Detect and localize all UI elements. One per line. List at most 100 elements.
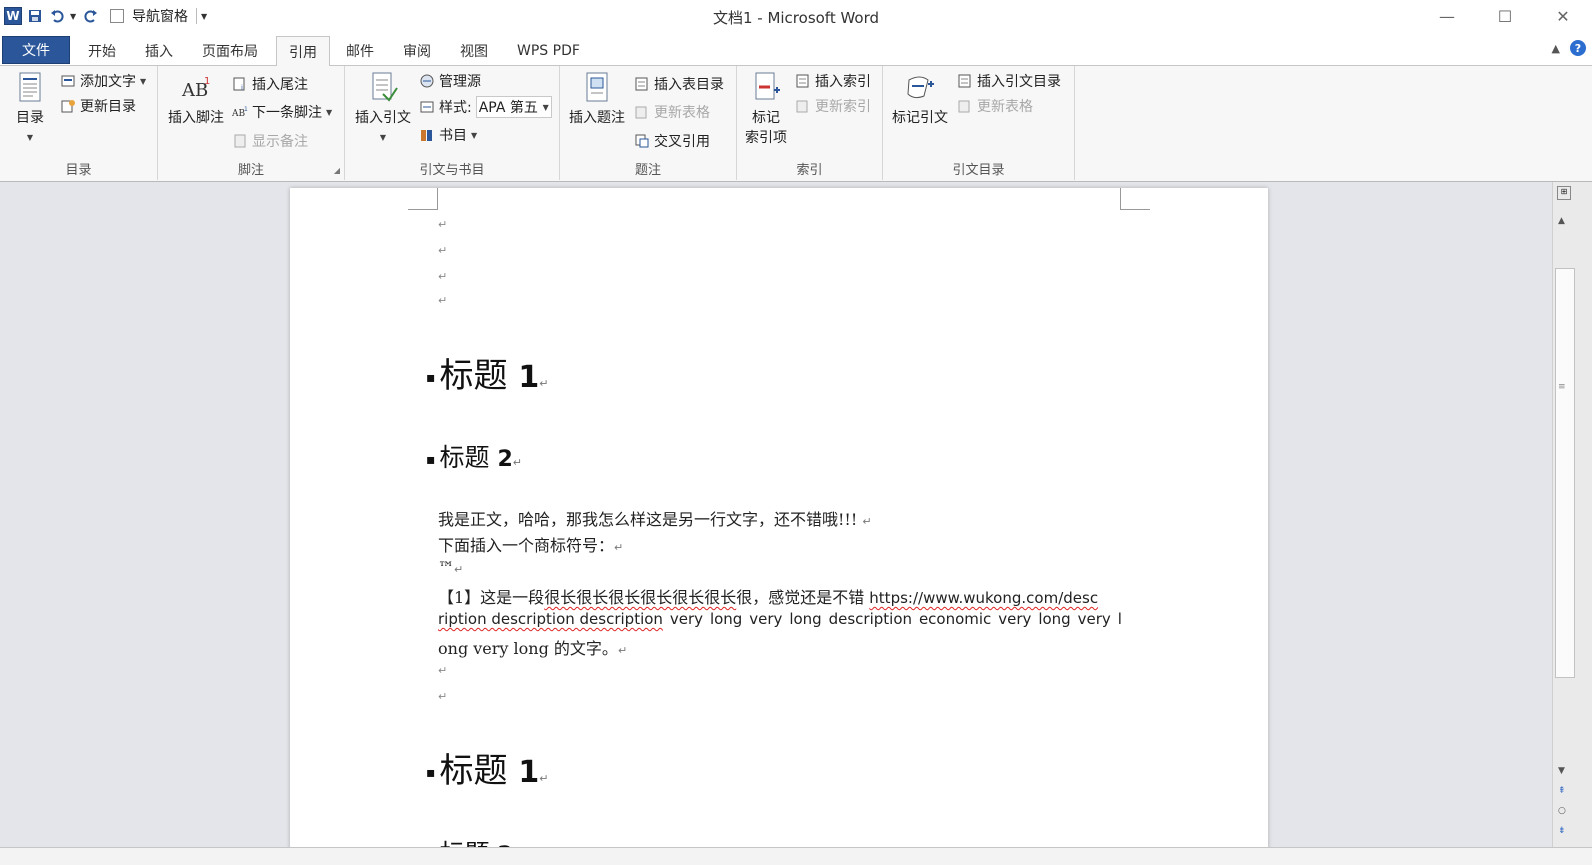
caption-icon (581, 70, 613, 104)
update-index-icon (795, 98, 811, 114)
paragraph-mark: ↵ (438, 294, 448, 307)
vertical-scrollbar[interactable]: ⊞ ▲ ≡ ▼ ⇞ ○ ⇟ (1552, 182, 1592, 847)
next-page-icon[interactable]: ⇟ (1558, 826, 1566, 836)
body-word: long (1038, 610, 1071, 628)
next-footnote-button[interactable]: AB 1 下一条脚注 ▼ (231, 101, 332, 123)
insert-citation-label: 插入引文 (355, 110, 411, 126)
group-toa: 标记引文 插入引文目录 更新表格 引文目录 (883, 66, 1075, 180)
insert-endnote-label: 插入尾注 (252, 77, 308, 93)
update-table-icon (634, 104, 650, 120)
tab-home[interactable]: 开始 (76, 36, 128, 66)
maximize-button[interactable]: ☐ (1476, 0, 1534, 32)
title-bar: W ▼ 导航窗格 ▼ 文档1 - Microsoft Word — ☐ ✕ (0, 0, 1592, 34)
insert-table-of-figures-button[interactable]: 插入表目录 (634, 73, 724, 95)
insert-citation-button[interactable]: 插入引文 ▼ (351, 70, 415, 148)
insert-index-icon (795, 73, 811, 89)
heading-2[interactable]: ▪标题 2 (426, 834, 513, 847)
scroll-thumb[interactable] (1555, 268, 1575, 678)
insert-endnote-button[interactable]: i 插入尾注 (232, 73, 308, 95)
manage-sources-button[interactable]: 管理源 (419, 70, 481, 92)
document-page[interactable]: ↵ ↵ ↵ ↵ ▪ 标题 1↵ ▪ 标题 2↵ 我是正文，哈哈，那我怎么样这是另一行… (290, 188, 1268, 847)
update-toa-icon (957, 98, 973, 114)
heading-2-text: 标题 (439, 443, 498, 472)
body-word: l (1117, 610, 1122, 628)
update-toa-label: 更新表格 (977, 99, 1033, 115)
tab-wps-pdf[interactable]: WPS PDF (505, 36, 592, 66)
insert-index-button[interactable]: 插入索引 (795, 70, 871, 92)
body-text: 很，感觉还是不错 (736, 588, 870, 607)
scroll-up-icon[interactable]: ▲ (1558, 216, 1565, 226)
insert-caption-button[interactable]: 插入题注 (566, 70, 628, 128)
help-icon[interactable]: ? (1570, 40, 1586, 56)
heading-2[interactable]: ▪ 标题 2↵ (426, 438, 522, 474)
add-text-label: 添加文字 (80, 74, 136, 90)
update-table-button[interactable]: 更新表格 (634, 101, 710, 123)
paragraph-mark: ↵ (617, 644, 628, 657)
browse-object-icon[interactable]: ○ (1558, 806, 1566, 816)
tab-page-layout[interactable]: 页面布局 (190, 36, 270, 66)
bibliography-icon (419, 127, 435, 143)
ruler-toggle-icon[interactable]: ⊞ (1557, 186, 1571, 200)
show-notes-button[interactable]: 显示备注 (232, 130, 308, 152)
group-citations: 插入引文 ▼ 管理源 样式: APA 第五 ▼ 书目 ▼ 引文与书目 (345, 66, 560, 180)
group-captions-label: 题注 (634, 163, 661, 178)
minimize-button[interactable]: — (1418, 0, 1476, 32)
trademark-paragraph[interactable]: ™↵ (438, 558, 1122, 577)
body-paragraph-line1[interactable]: 【1】这是一段很长很长很长很长很长很长很，感觉还是不错 https://www.… (438, 584, 1122, 608)
scroll-down-icon[interactable]: ▼ (1558, 766, 1565, 776)
heading-1-text: 标题 (439, 751, 519, 791)
tab-mailings[interactable]: 邮件 (334, 36, 386, 66)
toc-button-label: 目录 (16, 110, 44, 126)
group-toc-label: 目录 (65, 163, 92, 178)
insert-toa-button[interactable]: 插入引文目录 (957, 70, 1061, 92)
style-selector: 样式: APA 第五 ▼ (419, 96, 552, 118)
insert-toa-icon (957, 73, 973, 89)
heading-1[interactable]: ▪ 标题 1↵ (426, 348, 548, 397)
toc-button[interactable]: 目录 ▼ (8, 70, 52, 148)
table-of-figures-icon (634, 76, 650, 92)
style-dropdown-icon: ▼ (542, 102, 549, 112)
group-citations-label: 引文与书目 (419, 163, 485, 178)
tab-file[interactable]: 文件 (2, 36, 70, 64)
tab-review[interactable]: 审阅 (391, 36, 443, 66)
add-text-button[interactable]: 添加文字 ▼ (60, 70, 146, 92)
paragraph-mark: ↵ (862, 515, 872, 528)
update-index-button[interactable]: 更新索引 (795, 95, 871, 117)
body-paragraph[interactable]: 下面插入一个商标符号：↵ (438, 532, 1122, 556)
paragraph-mark: ↵ (438, 690, 448, 703)
style-dropdown[interactable]: APA 第五 ▼ (475, 96, 552, 118)
tab-view[interactable]: 视图 (448, 36, 500, 66)
ribbon-tabs: 文件 开始 插入 页面布局 引用 邮件 审阅 视图 WPS PDF ▲ ? (0, 34, 1592, 67)
body-text: ong very long 的文字。 (438, 639, 618, 658)
insert-toa-label: 插入引文目录 (977, 74, 1061, 90)
heading-1[interactable]: ▪ 标题 1↵ (426, 743, 548, 792)
mark-entry-button[interactable]: 标记 索引项 (741, 70, 791, 148)
show-notes-icon (232, 133, 248, 149)
paragraph-mark: ↵ (539, 377, 549, 390)
close-button[interactable]: ✕ (1534, 0, 1592, 32)
body-paragraph-line2[interactable]: ription description description very lon… (438, 610, 1122, 628)
previous-page-icon[interactable]: ⇞ (1558, 786, 1566, 796)
mark-citation-button[interactable]: 标记引文 (887, 70, 953, 128)
update-index-label: 更新索引 (815, 99, 871, 115)
tab-insert[interactable]: 插入 (133, 36, 185, 66)
heading-bullet: ▪ (426, 370, 436, 386)
svg-text:i: i (241, 84, 243, 92)
update-toa-button[interactable]: 更新表格 (957, 95, 1033, 117)
heading-2-number: 2 (497, 447, 513, 472)
footnote-icon: AB 1 (180, 70, 212, 104)
manage-sources-label: 管理源 (439, 74, 481, 90)
heading-1-number: 1 (518, 755, 540, 790)
body-paragraph-line3[interactable]: ong very long 的文字。↵ (438, 635, 1122, 659)
insert-citation-dropdown-icon: ▼ (379, 133, 387, 142)
bibliography-button[interactable]: 书目 ▼ (419, 124, 477, 146)
insert-footnote-button[interactable]: AB 1 插入脚注 (164, 70, 228, 128)
tab-references[interactable]: 引用 (276, 36, 330, 67)
body-paragraph[interactable]: 我是正文，哈哈，那我怎么样这是另一行文字，还不错哦!!! ↵ (438, 506, 1122, 530)
update-toc-button[interactable]: 更新目录 (60, 95, 136, 117)
group-index-label: 索引 (796, 163, 823, 178)
body-text: 我是正文，哈哈，那我怎么样这是另一行文字，还不错哦!!! (438, 510, 863, 529)
cross-reference-button[interactable]: 交叉引用 (634, 130, 710, 152)
footnotes-launcher-icon[interactable]: ◢ (334, 166, 340, 175)
collapse-ribbon-icon[interactable]: ▲ (1552, 42, 1560, 55)
